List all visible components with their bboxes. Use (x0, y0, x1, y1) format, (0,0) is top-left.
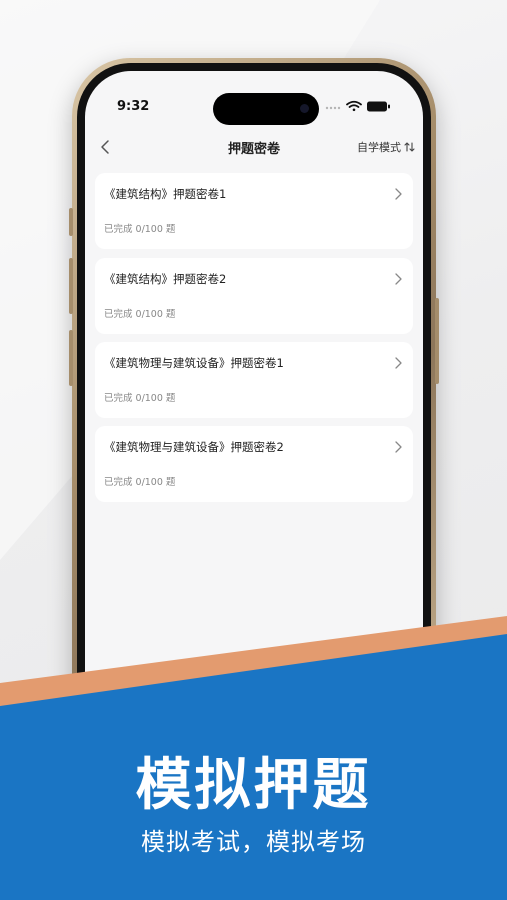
mode-toggle-label: 自学模式 (357, 141, 401, 154)
paper-card[interactable]: 《建筑物理与建筑设备》押题密卷1 已完成 0/100 题 (95, 342, 413, 418)
chevron-right-icon (395, 441, 402, 453)
phone-volume-down (69, 330, 73, 386)
signal-icon (325, 106, 341, 110)
chevron-right-icon (395, 357, 402, 369)
phone-side-button (69, 208, 73, 236)
paper-progress: 已完成 0/100 题 (104, 224, 176, 235)
mode-toggle-button[interactable]: 自学模式 (357, 137, 415, 157)
paper-card[interactable]: 《建筑物理与建筑设备》押题密卷2 已完成 0/100 题 (95, 426, 413, 502)
dynamic-island (213, 93, 319, 125)
paper-title: 《建筑结构》押题密卷2 (104, 272, 227, 286)
status-time: 9:32 (117, 99, 150, 114)
phone-power-button (435, 298, 439, 384)
paper-progress: 已完成 0/100 题 (104, 309, 176, 320)
battery-icon (367, 101, 390, 112)
camera-icon (300, 104, 309, 113)
paper-title: 《建筑物理与建筑设备》押题密卷2 (104, 440, 284, 454)
promo-subline: 模拟考试，模拟考场 (141, 828, 366, 856)
phone-mockup: 9:32 押题密卷 自学模式 《建筑结构》押题密卷1 已完成 0/100 题 《… (69, 58, 439, 778)
paper-card[interactable]: 《建筑结构》押题密卷2 已完成 0/100 题 (95, 258, 413, 334)
swap-icon (404, 142, 415, 152)
paper-title: 《建筑结构》押题密卷1 (104, 187, 227, 201)
phone-screen: 9:32 押题密卷 自学模式 《建筑结构》押题密卷1 已完成 0/100 题 《… (85, 71, 423, 771)
paper-progress: 已完成 0/100 题 (104, 477, 176, 488)
paper-progress: 已完成 0/100 题 (104, 393, 176, 404)
paper-title: 《建筑物理与建筑设备》押题密卷1 (104, 356, 284, 370)
promo-headline: 模拟押题 (135, 753, 372, 818)
status-icons (325, 100, 390, 112)
phone-volume-up (69, 258, 73, 314)
chevron-right-icon (395, 188, 402, 200)
chevron-right-icon (395, 273, 402, 285)
nav-bar: 押题密卷 自学模式 (85, 133, 423, 163)
paper-card[interactable]: 《建筑结构》押题密卷1 已完成 0/100 题 (95, 173, 413, 249)
wifi-icon (346, 100, 362, 112)
